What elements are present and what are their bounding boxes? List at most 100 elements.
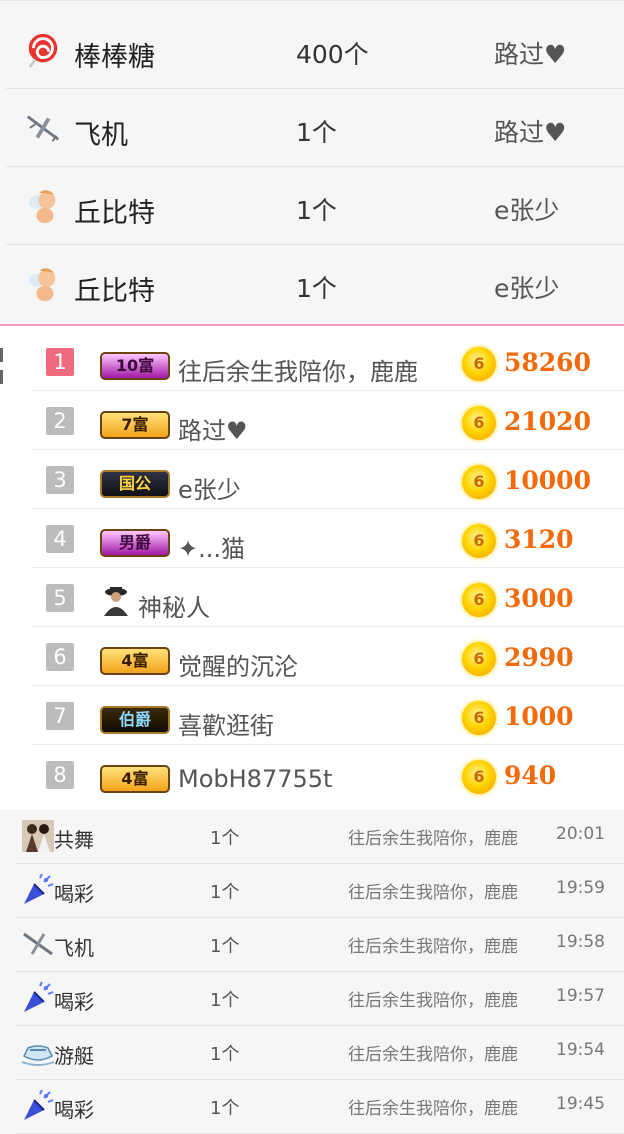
rank-score: 21020 — [504, 407, 591, 436]
rank-score: 3000 — [504, 584, 574, 613]
coin-icon: 6 — [462, 642, 496, 676]
coin-icon: 6 — [462, 347, 496, 381]
rank-number: 2 — [46, 407, 74, 435]
contribution-ranking: 1 10富 往后余生我陪你，鹿鹿 6 58260 2 7富 路过♥ 6 2102… — [0, 326, 624, 810]
history-gift-name: 喝彩 — [54, 990, 94, 1014]
rank-number: 3 — [46, 466, 74, 494]
noble-badge: 伯爵 — [100, 706, 170, 734]
rank-row[interactable]: 8 4富 MobH87755t 6 940 — [32, 745, 624, 804]
rank-username[interactable]: 往后余生我陪你，鹿鹿 — [178, 352, 418, 387]
gift-name: 飞机 — [74, 120, 128, 151]
party-popper-icon — [24, 1089, 54, 1120]
history-gift-count: 1个 — [210, 936, 240, 957]
gift-row[interactable]: 丘比特 1个 e张少 — [6, 245, 624, 323]
mystery-user-icon — [104, 587, 128, 616]
lollipop-icon — [28, 33, 58, 68]
history-gift-name: 游艇 — [54, 1044, 94, 1068]
rank-row[interactable]: 5 神秘人 6 3000 — [32, 568, 624, 627]
history-row[interactable]: 飞机 1个 往后余生我陪你，鹿鹿 19:58 — [16, 918, 624, 972]
airplane-icon — [26, 115, 60, 142]
rank-number: 6 — [46, 643, 74, 671]
history-time: 19:54 — [556, 1040, 605, 1060]
gift-sender[interactable]: e张少 — [494, 269, 559, 305]
history-gift-name: 飞机 — [54, 936, 94, 960]
gift-row[interactable]: 飞机 1个 路过♥ — [6, 89, 624, 167]
history-time: 19:45 — [556, 1094, 605, 1114]
rank-row[interactable]: 2 7富 路过♥ 6 21020 — [32, 391, 624, 450]
gift-row[interactable]: 丘比特 1个 e张少 — [6, 167, 624, 245]
history-sender[interactable]: 往后余生我陪你，鹿鹿 — [348, 878, 518, 903]
yacht-icon — [21, 1045, 55, 1066]
coin-icon: 6 — [462, 406, 496, 440]
rank-number: 8 — [46, 761, 74, 789]
rank-username[interactable]: MobH87755t — [178, 765, 332, 793]
wealth-badge: 4富 — [100, 647, 170, 675]
airplane-icon — [23, 932, 53, 956]
rank-number: 4 — [46, 525, 74, 553]
gift-count: 1个 — [296, 118, 337, 147]
noble-badge: 男爵 — [100, 529, 170, 557]
history-gift-count: 1个 — [210, 1098, 240, 1119]
history-gift-count: 1个 — [210, 882, 240, 903]
rank-username[interactable]: 路过♥ — [178, 411, 248, 446]
history-gift-count: 1个 — [210, 990, 240, 1011]
rank-username[interactable]: e张少 — [178, 470, 241, 505]
gift-sender[interactable]: 路过♥ — [494, 113, 566, 149]
rank-score: 3120 — [504, 525, 574, 554]
rank-score: 1000 — [504, 702, 574, 731]
history-row[interactable]: 喝彩 1个 往后余生我陪你，鹿鹿 19:59 — [16, 864, 624, 918]
history-sender[interactable]: 往后余生我陪你，鹿鹿 — [348, 1094, 518, 1119]
rank-username[interactable]: 觉醒的沉沦 — [178, 647, 298, 682]
history-row[interactable]: 喝彩 1个 往后余生我陪你，鹿鹿 19:45 — [16, 1080, 624, 1134]
gift-count: 1个 — [296, 196, 337, 225]
wealth-badge: 4富 — [100, 765, 170, 793]
rank-row[interactable]: 3 国公 e张少 6 10000 — [32, 450, 624, 509]
party-popper-icon — [24, 873, 54, 904]
history-gift-name: 喝彩 — [54, 1098, 94, 1122]
history-time: 19:59 — [556, 878, 605, 898]
coin-icon: 6 — [462, 701, 496, 735]
gift-name: 棒棒糖 — [74, 42, 155, 73]
rank-row[interactable]: 1 10富 往后余生我陪你，鹿鹿 6 58260 — [32, 332, 624, 391]
history-sender[interactable]: 往后余生我陪你，鹿鹿 — [348, 824, 518, 849]
rank-number: 7 — [46, 702, 74, 730]
rank-username[interactable]: ✦...猫 — [178, 529, 245, 564]
history-row[interactable]: 共舞 1个 往后余生我陪你，鹿鹿 20:01 — [16, 810, 624, 864]
rank-username[interactable]: 神秘人 — [138, 588, 210, 623]
rank-score: 10000 — [504, 466, 591, 495]
coin-icon: 6 — [462, 524, 496, 558]
coin-icon: 6 — [462, 583, 496, 617]
rank-score: 2990 — [504, 643, 574, 672]
history-gift-name: 喝彩 — [54, 882, 94, 906]
history-gift-count: 1个 — [210, 828, 240, 849]
wealth-badge: 7富 — [100, 411, 170, 439]
gift-row[interactable]: 棒棒糖 400个 路过♥ — [6, 11, 624, 89]
gift-sender[interactable]: e张少 — [494, 191, 559, 227]
rank-row[interactable]: 6 4富 觉醒的沉沦 6 2990 — [32, 627, 624, 686]
history-sender[interactable]: 往后余生我陪你，鹿鹿 — [348, 986, 518, 1011]
history-row[interactable]: 游艇 1个 往后余生我陪你，鹿鹿 19:54 — [16, 1026, 624, 1080]
history-sender[interactable]: 往后余生我陪你，鹿鹿 — [348, 1040, 518, 1065]
wealth-badge: 10富 — [100, 352, 170, 380]
rank-number: 5 — [46, 584, 74, 612]
gift-count: 1个 — [296, 274, 337, 303]
history-gift-name: 共舞 — [54, 828, 94, 852]
gift-sender[interactable]: 路过♥ — [494, 35, 566, 71]
history-gift-count: 1个 — [210, 1044, 240, 1065]
history-time: 19:58 — [556, 932, 605, 952]
scroll-indicator — [0, 348, 3, 396]
history-sender[interactable]: 往后余生我陪你，鹿鹿 — [348, 932, 518, 957]
history-time: 20:01 — [556, 824, 605, 844]
rank-username[interactable]: 喜歡逛街 — [178, 706, 274, 741]
gift-history-list: 共舞 1个 往后余生我陪你，鹿鹿 20:01 喝彩 1个 往后余生我陪你，鹿鹿 … — [0, 810, 624, 1134]
recent-gifts-panel: 棒棒糖 400个 路过♥ 飞机 1个 路过♥ 丘比特 1个 e张少 丘比特 1个… — [0, 0, 624, 325]
gift-name: 丘比特 — [74, 276, 155, 307]
rank-score: 940 — [504, 761, 557, 790]
history-row[interactable]: 喝彩 1个 往后余生我陪你，鹿鹿 19:57 — [16, 972, 624, 1026]
coin-icon: 6 — [462, 760, 496, 794]
cupid-icon — [28, 190, 56, 224]
rank-row[interactable]: 4 男爵 ✦...猫 6 3120 — [32, 509, 624, 568]
gift-name: 丘比特 — [74, 198, 155, 229]
rank-row[interactable]: 7 伯爵 喜歡逛街 6 1000 — [32, 686, 624, 745]
cupid-icon — [28, 268, 56, 302]
